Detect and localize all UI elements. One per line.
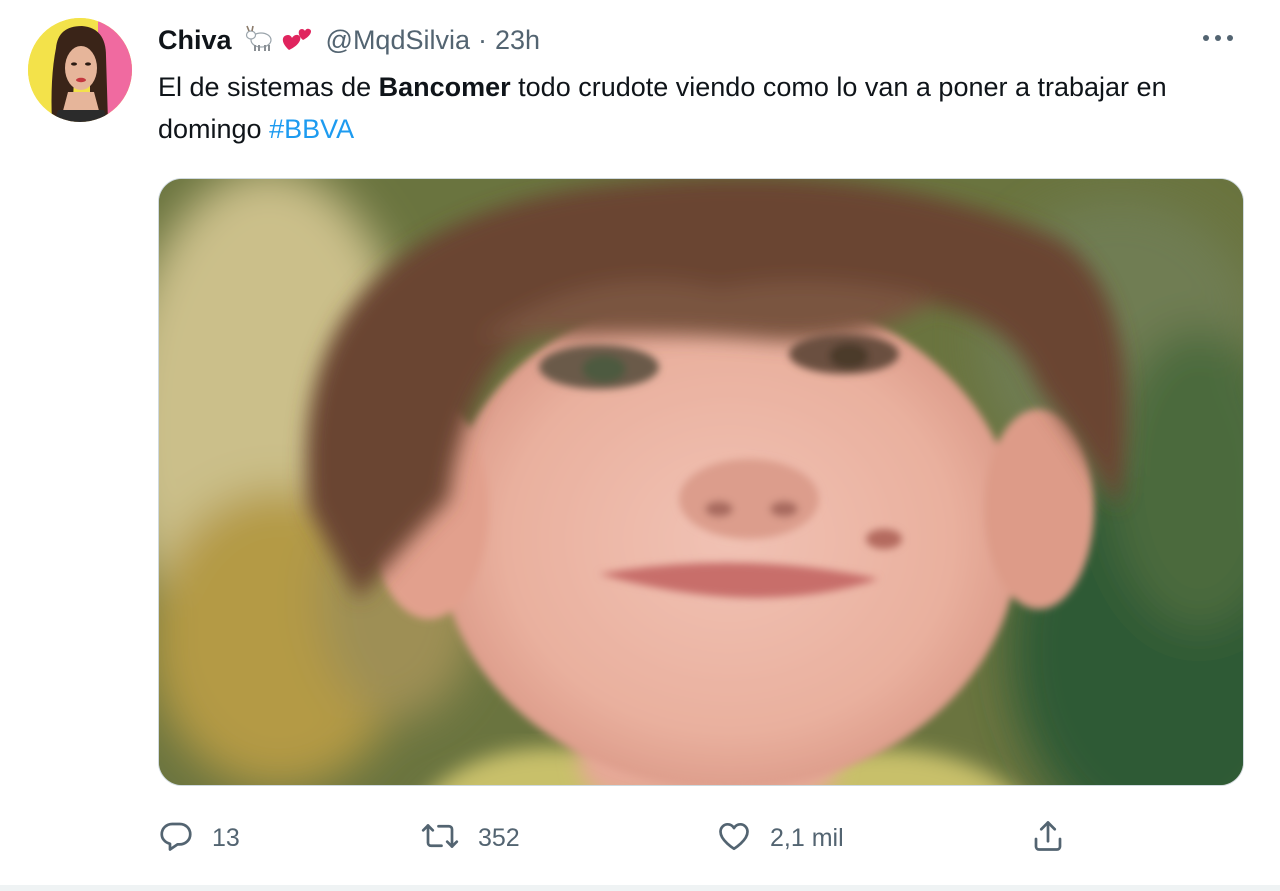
share-icon [1030,818,1066,859]
hashtag-link[interactable]: #BBVA [269,114,354,144]
tweet-text-part1: El de sistemas de [158,72,379,102]
retweet-icon [420,818,460,859]
tweet-text-bold: Bancomer [378,72,511,102]
reply-icon [158,818,194,859]
tweet-header: Chiva @MqdSilvia · 23h [158,20,540,60]
share-button[interactable] [1030,812,1066,864]
tweet-timestamp[interactable]: 23h [495,25,540,56]
reply-count: 13 [212,823,240,852]
retweet-button[interactable]: 352 [420,812,520,864]
tweet-media-image[interactable] [158,178,1244,786]
more-horizontal-icon [1201,30,1235,48]
tweet-actions: 13 352 2,1 mil [0,812,1280,864]
reply-button[interactable]: 13 [158,812,240,864]
tweet-divider [0,885,1280,891]
retweet-count: 352 [478,823,520,852]
two-hearts-emoji-icon [280,23,314,58]
name-emojis [244,23,314,58]
like-button[interactable]: 2,1 mil [716,812,844,864]
avatar[interactable] [28,18,132,122]
more-options-button[interactable] [1196,22,1240,56]
goat-emoji-icon [244,23,278,58]
display-name[interactable]: Chiva [158,25,232,56]
header-separator: · [477,24,487,55]
tweet-card: Chiva @MqdSilvia · 23h El de sistemas de… [0,0,1280,891]
heart-icon [716,818,752,859]
tweet-text: El de sistemas de Bancomer todo crudote … [158,66,1238,150]
user-handle[interactable]: @MqdSilvia [326,25,470,56]
like-count: 2,1 mil [770,823,844,852]
